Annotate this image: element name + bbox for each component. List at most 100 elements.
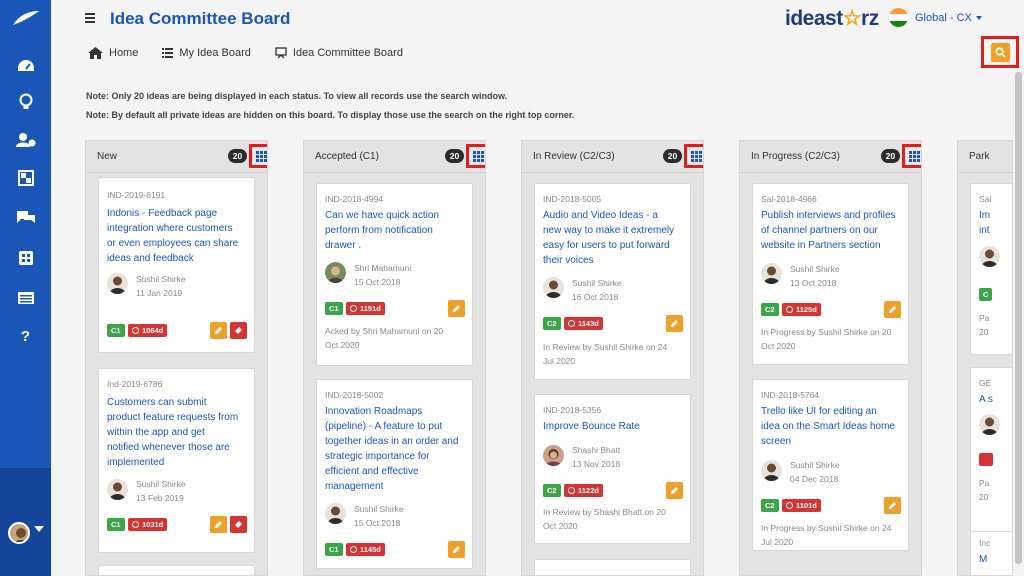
pencil-icon bbox=[889, 502, 896, 509]
age-badge bbox=[979, 453, 993, 466]
board-icon bbox=[275, 47, 287, 59]
status-footer: Pa 20 bbox=[979, 478, 990, 502]
edit-button[interactable] bbox=[210, 516, 227, 533]
edit-button[interactable] bbox=[666, 482, 683, 499]
grid-view-icon bbox=[472, 150, 484, 162]
idea-title[interactable]: Im int bbox=[979, 208, 1012, 238]
idea-card[interactable] bbox=[98, 565, 255, 575]
column-header: In Review (C2/C3) 20 bbox=[522, 141, 703, 173]
breadcrumb: Home My Idea Board Idea Committee Board bbox=[88, 47, 427, 59]
idea-title[interactable]: Trello like UI for editing an idea on th… bbox=[761, 404, 903, 449]
grid-view-button[interactable] bbox=[902, 144, 921, 168]
idea-title[interactable]: Can we have quick action perform from no… bbox=[325, 208, 467, 253]
stage-badge: C1 bbox=[325, 543, 343, 556]
idea-card[interactable]: Sal Im int C Pa 20 bbox=[970, 183, 1012, 355]
india-flag-icon[interactable] bbox=[889, 8, 908, 27]
idea-card[interactable]: IND-2018-5002 Innovation Roadmaps (pipel… bbox=[316, 379, 473, 569]
stage-badge: C2 bbox=[543, 484, 561, 497]
idea-id: IND-2018-5356 bbox=[543, 405, 602, 415]
age-badge: 1031d bbox=[128, 518, 168, 531]
column-title: In Progress (C2/C3) bbox=[751, 151, 840, 162]
author-date: 13 Nov 2018 bbox=[572, 459, 621, 469]
search-button[interactable] bbox=[981, 36, 1019, 68]
user-avatar[interactable] bbox=[8, 522, 30, 544]
age-badge: 1122d bbox=[564, 484, 603, 497]
hamburger-menu-icon[interactable] bbox=[85, 13, 95, 23]
author-date: 13 Oct 2018 bbox=[790, 278, 837, 288]
grid-view-button[interactable] bbox=[466, 144, 485, 168]
idea-id: Sal bbox=[979, 194, 992, 204]
chat-icon[interactable] bbox=[0, 206, 51, 230]
author-name: Sushil Shirke bbox=[136, 479, 186, 489]
idea-card[interactable]: Inc M bbox=[970, 531, 1012, 575]
stage-badge: C2 bbox=[761, 303, 779, 316]
edit-button[interactable] bbox=[666, 315, 683, 332]
status-footer: Acked by Shri Mahamuni on 20 Oct 2020 bbox=[325, 326, 444, 350]
edit-button[interactable] bbox=[448, 300, 465, 317]
idea-card[interactable]: IND-2018-5356 Improve Bounce Rate Shashi… bbox=[534, 394, 691, 544]
idea-card[interactable]: IND-2018-4994 Can we have quick action p… bbox=[316, 183, 473, 366]
brand-logo: ideast☆rz bbox=[785, 7, 879, 30]
widgets-icon[interactable] bbox=[0, 166, 51, 190]
age-badge: 1125d bbox=[782, 303, 821, 316]
author-avatar bbox=[107, 273, 128, 294]
users-icon[interactable] bbox=[0, 128, 51, 152]
idea-card[interactable]: IND-2018-5005 Audio and Video Ideas - a … bbox=[534, 183, 691, 380]
pencil-icon bbox=[671, 320, 678, 327]
idea-card[interactable]: IND-2018-5764 Trello like UI for editing… bbox=[752, 379, 909, 551]
idea-title[interactable]: Indonis - Feedback page integration wher… bbox=[107, 206, 249, 266]
idea-title[interactable]: Audio and Video Ideas - a new way to mak… bbox=[543, 208, 685, 268]
age-badge: 1145d bbox=[346, 543, 385, 556]
idea-title[interactable]: A s bbox=[979, 392, 1012, 407]
clock-icon bbox=[350, 546, 357, 553]
page-scrollbar[interactable] bbox=[1015, 72, 1022, 564]
idea-card[interactable]: GE A s Pa 20 bbox=[970, 367, 1012, 535]
help-icon[interactable]: ? bbox=[0, 324, 51, 348]
stage-badge: C1 bbox=[107, 518, 125, 531]
clock-icon bbox=[132, 327, 139, 334]
edit-button[interactable] bbox=[884, 497, 901, 514]
grid-view-button[interactable] bbox=[684, 144, 703, 168]
region-selector[interactable]: Global - CX bbox=[915, 12, 972, 24]
idea-card[interactable]: Ind-2019-6786 Customers can submit produ… bbox=[98, 368, 255, 553]
column-count-badge: 20 bbox=[663, 149, 682, 163]
author-date: 13 Feb 2019 bbox=[136, 493, 184, 503]
pencil-icon bbox=[671, 487, 678, 494]
idea-title[interactable]: Publish interviews and profiles of chann… bbox=[761, 208, 903, 253]
list-icon bbox=[162, 48, 174, 58]
dashboard-icon[interactable] bbox=[0, 54, 51, 78]
delete-button[interactable] bbox=[230, 516, 247, 533]
clock-icon bbox=[786, 502, 793, 509]
idea-card[interactable] bbox=[534, 559, 691, 575]
author-avatar bbox=[543, 277, 564, 298]
grid-view-button[interactable] bbox=[249, 144, 267, 168]
breadcrumb-home[interactable]: Home bbox=[88, 47, 138, 59]
author-name: Shashi Bhatt bbox=[572, 445, 621, 455]
breadcrumb-my-idea-board[interactable]: My Idea Board bbox=[162, 47, 251, 59]
edit-button[interactable] bbox=[448, 541, 465, 558]
app-logo-icon[interactable] bbox=[12, 10, 40, 26]
idea-card[interactable]: IND-2019-6191 Indonis - Feedback page in… bbox=[98, 177, 255, 353]
idea-title[interactable]: Improve Bounce Rate bbox=[543, 419, 685, 434]
edit-button[interactable] bbox=[884, 301, 901, 318]
idea-title[interactable]: M bbox=[979, 552, 1012, 567]
breadcrumb-idea-committee-board[interactable]: Idea Committee Board bbox=[275, 47, 403, 59]
delete-button[interactable] bbox=[230, 322, 247, 339]
idea-id: IND-2018-5005 bbox=[543, 194, 602, 204]
left-sidebar: ? bbox=[0, 0, 51, 576]
edit-button[interactable] bbox=[210, 322, 227, 339]
idea-card[interactable]: Sal-2018-4966 Publish interviews and pro… bbox=[752, 183, 909, 365]
user-menu-caret-icon[interactable] bbox=[34, 526, 44, 532]
author-date: 15 Oct 2018 bbox=[354, 518, 401, 528]
author-avatar bbox=[761, 460, 782, 481]
idea-title[interactable]: Customers can submit product feature req… bbox=[107, 395, 249, 470]
grid-icon[interactable] bbox=[0, 246, 51, 270]
table-icon[interactable] bbox=[0, 286, 51, 310]
pencil-icon bbox=[215, 521, 222, 528]
lightbulb-icon[interactable] bbox=[0, 90, 51, 114]
idea-title[interactable]: Innovation Roadmaps (pipeline) - A featu… bbox=[325, 404, 467, 494]
region-caret-icon[interactable] bbox=[976, 16, 982, 20]
age-badge: 1064d bbox=[128, 324, 168, 337]
clock-icon bbox=[568, 320, 575, 327]
status-footer: In Review by Sushil Shirke on 24 Jul 202… bbox=[543, 342, 668, 366]
